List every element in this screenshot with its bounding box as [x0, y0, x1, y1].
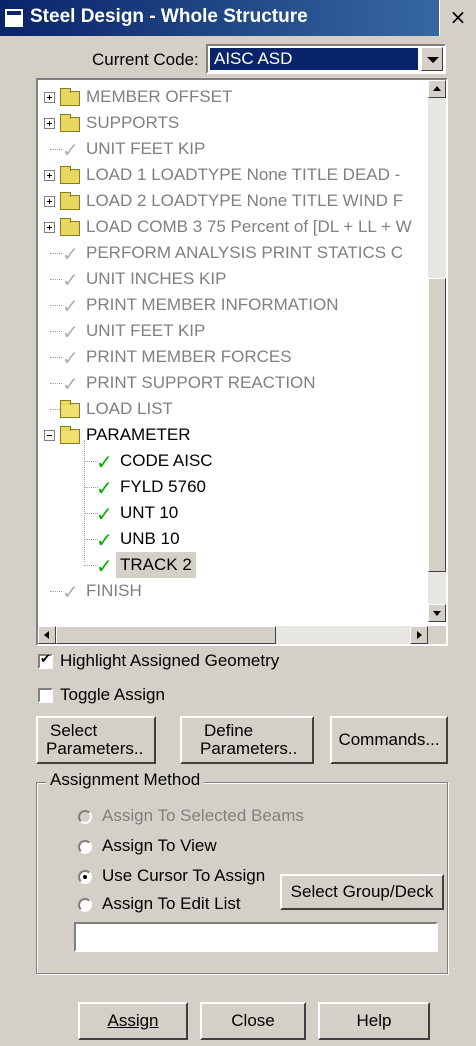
edit-list-input[interactable] [74, 922, 438, 952]
current-code-value: AISC ASD [210, 48, 418, 70]
use-cursor-to-assign-label: Use Cursor To Assign [102, 866, 266, 885]
close-window-button[interactable]: × [439, 0, 476, 36]
folder-icon [60, 88, 80, 106]
current-code-label: Current Code: [92, 50, 199, 69]
tree-item[interactable]: ✓ FYLD 5760 [38, 474, 428, 500]
open-folder-icon [60, 426, 80, 444]
tree-item[interactable]: LOAD LIST [38, 396, 428, 422]
scroll-down-button[interactable] [428, 604, 446, 622]
assign-to-edit-list-label: Assign To Edit List [102, 894, 241, 913]
highlight-assigned-geometry-label: Highlight Assigned Geometry [60, 651, 280, 670]
check-icon: ✓ [96, 502, 113, 526]
tree-item[interactable]: ✓ UNB 10 [38, 526, 428, 552]
expand-icon[interactable] [44, 118, 55, 129]
vertical-scroll-thumb[interactable] [428, 278, 446, 572]
use-cursor-to-assign-radio[interactable] [78, 870, 92, 884]
check-icon: ✓ [62, 346, 79, 370]
define-parameters-button[interactable]: Define Parameters.. [180, 716, 314, 764]
check-icon: ✓ [62, 268, 79, 292]
check-icon: ✓ [62, 372, 79, 396]
scroll-right-button[interactable] [410, 626, 428, 644]
highlight-assigned-geometry-checkbox[interactable] [38, 652, 53, 669]
tree-item[interactable]: ✓ UNT 10 [38, 500, 428, 526]
tree-item[interactable]: ✓ UNIT INCHES KIP [38, 266, 428, 292]
vertical-scrollbar[interactable] [428, 80, 446, 622]
commands-button[interactable]: Commands... [330, 716, 448, 764]
tree-item-selected[interactable]: ✓ TRACK 2 [38, 552, 428, 578]
collapse-icon[interactable] [44, 430, 55, 441]
expand-icon[interactable] [44, 170, 55, 181]
check-icon: ✓ [62, 294, 79, 318]
assign-to-edit-list-radio[interactable] [78, 898, 92, 912]
check-icon: ✓ [96, 476, 113, 500]
horizontal-scroll-thumb[interactable] [56, 626, 276, 644]
assign-to-view-radio[interactable] [78, 840, 92, 854]
close-button[interactable]: Close [200, 1002, 306, 1040]
folder-icon [60, 114, 80, 132]
tree-item[interactable]: SUPPORTS [38, 110, 428, 136]
tree-item[interactable]: ✓ PRINT SUPPORT REACTION [38, 370, 428, 396]
assign-button[interactable]: Assign [78, 1002, 188, 1040]
tree-item[interactable]: LOAD 1 LOADTYPE None TITLE DEAD - [38, 162, 428, 188]
check-icon: ✓ [96, 554, 113, 578]
select-parameters-button[interactable]: Select Parameters.. [36, 716, 156, 764]
check-icon: ✓ [62, 580, 79, 604]
assign-to-selected-beams-label: Assign To Selected Beams [102, 806, 304, 825]
assign-to-selected-beams-radio [78, 810, 92, 824]
window-title: Steel Design - Whole Structure [30, 6, 308, 27]
chevron-down-icon[interactable] [421, 47, 443, 71]
check-icon: ✓ [96, 528, 113, 552]
check-icon: ✓ [62, 320, 79, 344]
help-button[interactable]: Help [318, 1002, 430, 1040]
window-icon [4, 8, 24, 28]
expand-icon[interactable] [44, 196, 55, 207]
tree-item[interactable]: LOAD 2 LOADTYPE None TITLE WIND F [38, 188, 428, 214]
folder-icon [60, 192, 80, 210]
scroll-up-button[interactable] [428, 80, 446, 98]
scroll-left-button[interactable] [38, 626, 56, 644]
check-icon: ✓ [96, 450, 113, 474]
check-icon: ✓ [62, 138, 79, 162]
tree-item[interactable]: MEMBER OFFSET [38, 84, 428, 110]
tree-item[interactable]: ✓ UNIT FEET KIP [38, 318, 428, 344]
check-icon: ✓ [62, 242, 79, 266]
tree-item[interactable]: ✓ PRINT MEMBER FORCES [38, 344, 428, 370]
tree-item[interactable]: ✓ PRINT MEMBER INFORMATION [38, 292, 428, 318]
expand-icon[interactable] [44, 222, 55, 233]
tree-item[interactable]: ✓ FINISH [38, 578, 428, 604]
assign-to-view-label: Assign To View [102, 836, 217, 855]
tree-item[interactable]: ✓ CODE AISC [38, 448, 428, 474]
toggle-assign-label: Toggle Assign [60, 685, 165, 704]
command-tree[interactable]: MEMBER OFFSET SUPPORTS ✓ UNIT FEET KIP L… [36, 78, 448, 646]
folder-icon [60, 218, 80, 236]
current-code-select[interactable]: AISC ASD [206, 44, 446, 74]
tree-item[interactable]: ✓ UNIT FEET KIP [38, 136, 428, 162]
select-group-deck-button[interactable]: Select Group/Deck [280, 874, 444, 910]
tree-item-parameter[interactable]: PARAMETER [38, 422, 428, 448]
tree-item[interactable]: LOAD COMB 3 75 Percent of [DL + LL + W [38, 214, 428, 240]
tree-item[interactable]: ✓ PERFORM ANALYSIS PRINT STATICS C [38, 240, 428, 266]
horizontal-scrollbar[interactable] [38, 626, 428, 644]
open-folder-icon [60, 400, 80, 418]
expand-icon[interactable] [44, 92, 55, 103]
toggle-assign-checkbox[interactable] [38, 688, 53, 703]
assignment-method-title: Assignment Method [46, 770, 205, 790]
title-bar: Steel Design - Whole Structure × [0, 0, 476, 36]
scroll-corner [428, 626, 446, 644]
folder-icon [60, 166, 80, 184]
